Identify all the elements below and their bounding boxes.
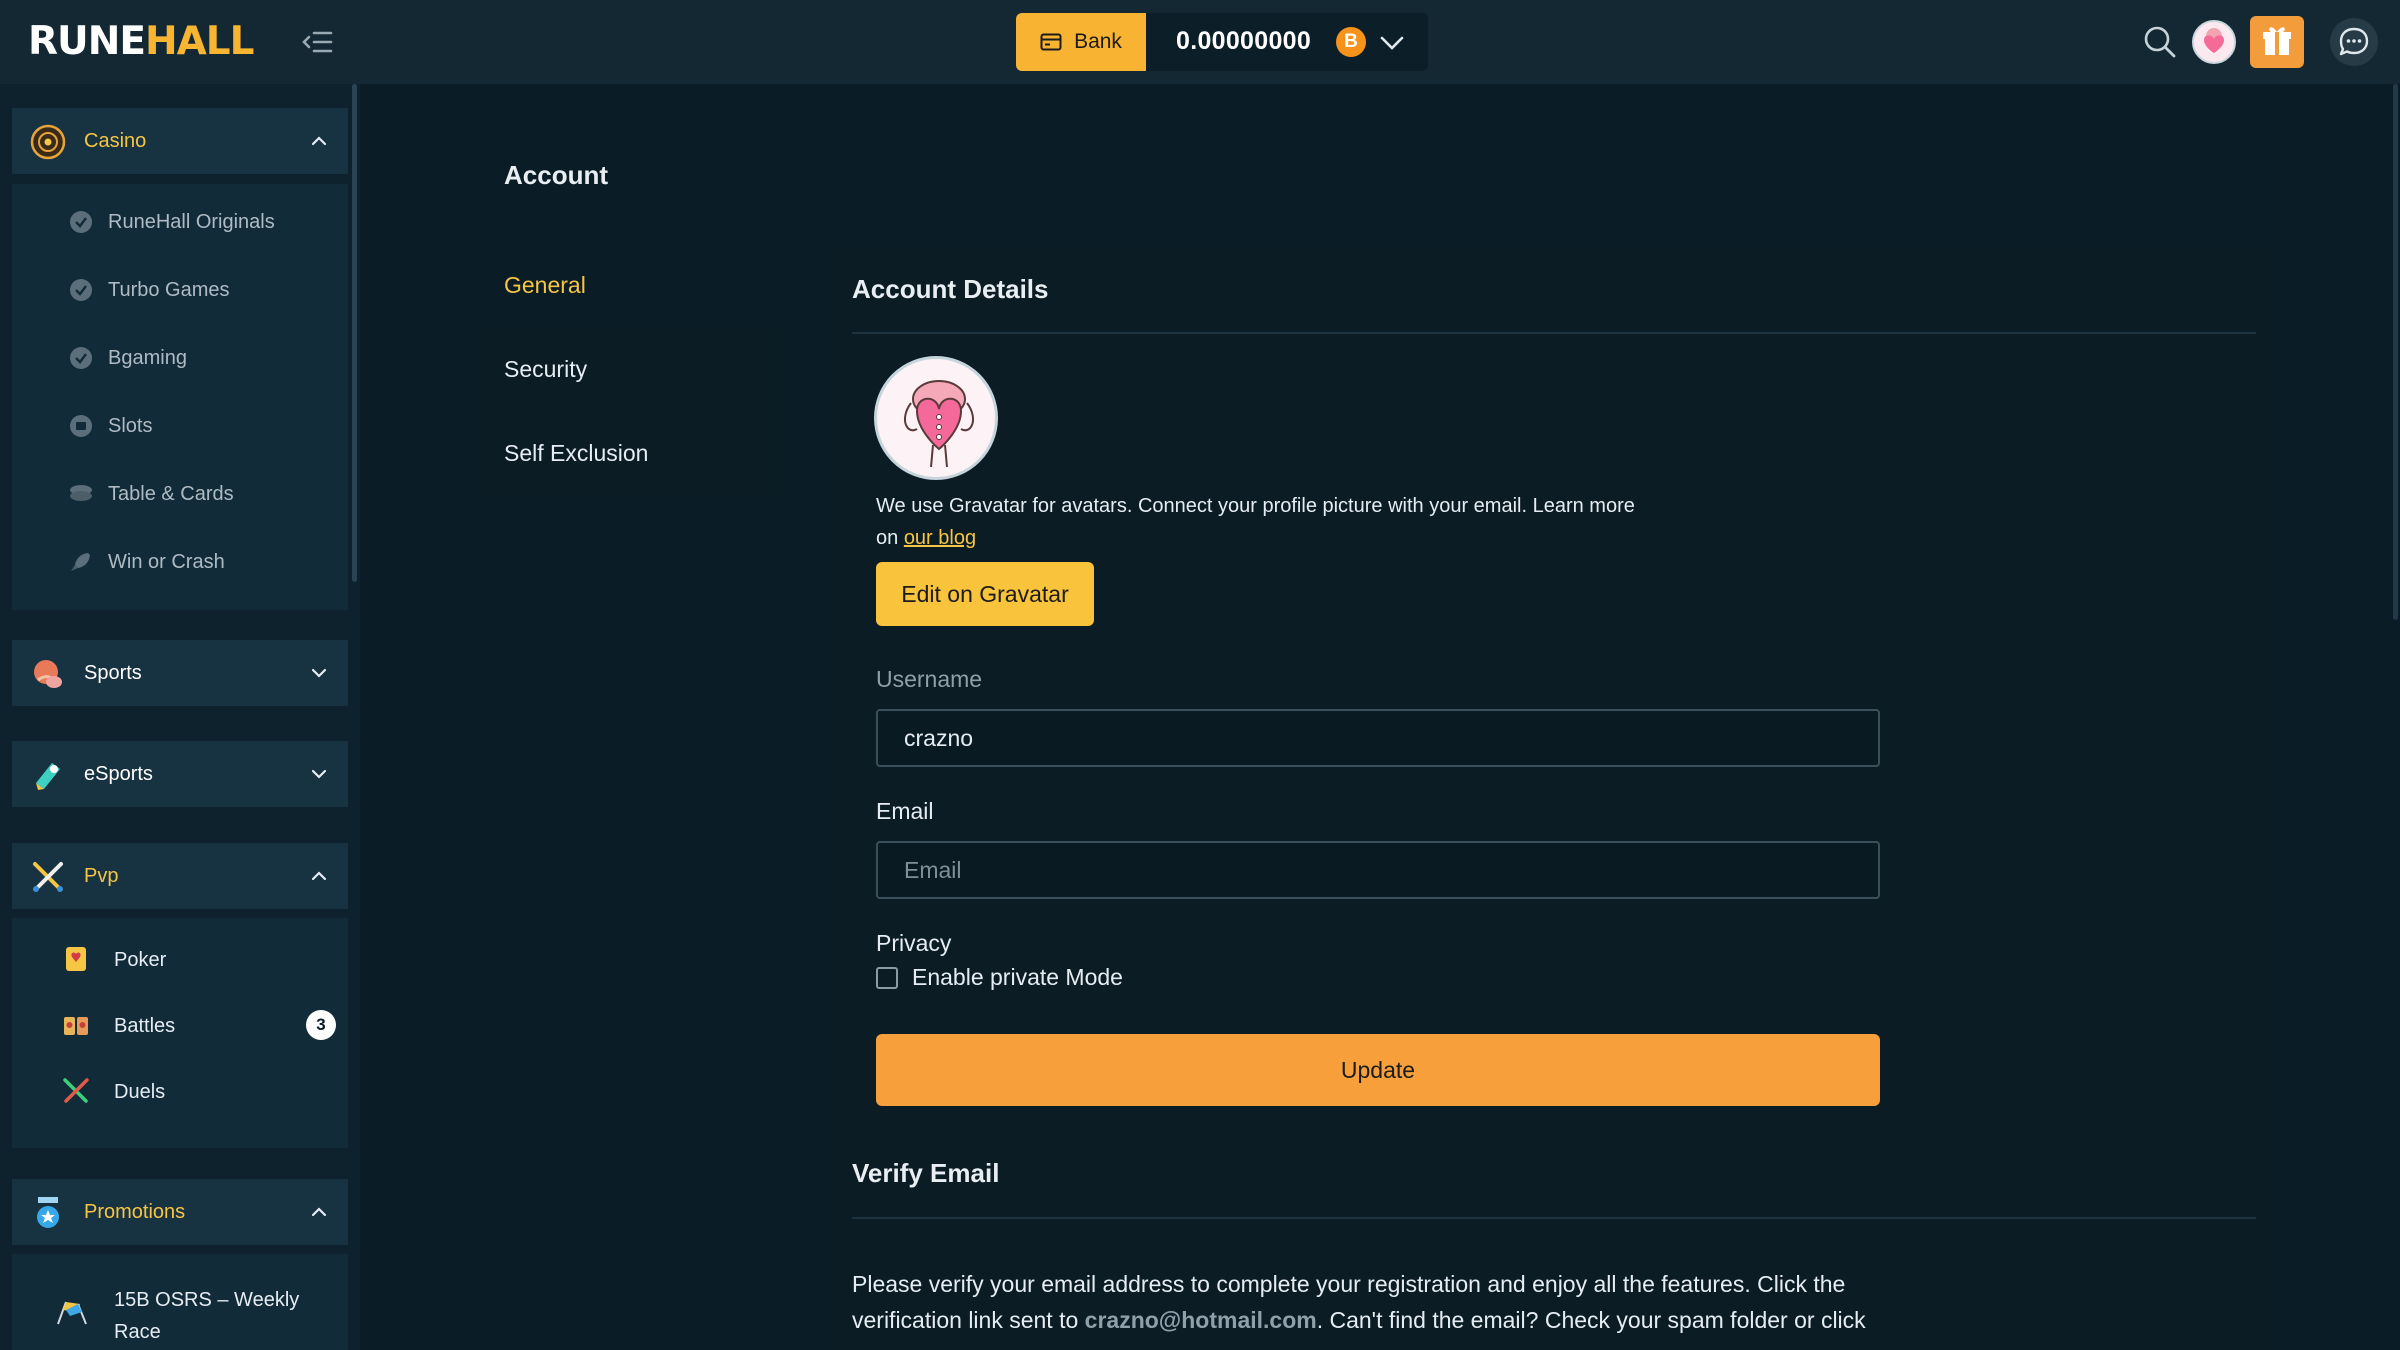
avatar-heart-icon xyxy=(2204,28,2224,53)
gift-icon xyxy=(2263,27,2291,55)
email-label: Email xyxy=(876,798,934,824)
collapse-sidebar-icon[interactable] xyxy=(300,26,334,58)
check-badge-icon xyxy=(70,211,92,233)
sidebar-section-esports[interactable]: eSports xyxy=(12,741,348,807)
verify-email-text: Please verify your email address to comp… xyxy=(852,1271,1866,1333)
chevron-up-icon[interactable] xyxy=(308,130,330,152)
wallet-group: Bank 0.00000000 B xyxy=(1016,13,1428,71)
tab-security[interactable]: Security xyxy=(504,356,587,383)
user-avatar[interactable] xyxy=(2192,20,2236,64)
sidebar-item-runehall-originals[interactable]: RuneHall Originals xyxy=(12,196,348,246)
account-details-heading: Account Details xyxy=(852,274,1049,304)
settings-tabs-panel xyxy=(478,326,780,496)
sports-ball-icon xyxy=(34,660,62,688)
page-scrollbar[interactable] xyxy=(2393,84,2398,620)
casino-submenu: RuneHall Originals Turbo Games Bgaming S… xyxy=(12,184,348,610)
chat-button[interactable] xyxy=(2330,18,2378,66)
email-field[interactable] xyxy=(876,841,1880,899)
section-divider xyxy=(852,332,2256,334)
rocket-icon xyxy=(71,553,90,571)
chevron-down-icon[interactable] xyxy=(308,763,330,785)
sidebar-item-poker[interactable]: Poker xyxy=(12,934,348,984)
private-mode-label[interactable]: Enable private Mode xyxy=(912,964,1123,991)
chevron-up-icon[interactable] xyxy=(308,1201,330,1223)
bitcoin-icon: B xyxy=(1336,27,1366,57)
verify-email-heading: Verify Email xyxy=(852,1158,1000,1188)
pvp-submenu: Poker Battles 3 Duels xyxy=(12,918,348,1148)
top-bar: RUNEHALL Bank 0.00000000 B xyxy=(0,0,2400,84)
section-divider xyxy=(852,1217,2256,1219)
battles-count-badge: 3 xyxy=(306,1010,336,1040)
roulette-icon xyxy=(30,124,66,160)
sidebar-item-duels[interactable]: Duels xyxy=(12,1066,348,1116)
our-blog-link[interactable]: our blog xyxy=(904,527,976,549)
update-button[interactable]: Update xyxy=(876,1034,1880,1106)
privacy-label: Privacy xyxy=(876,930,952,956)
page-title: Account xyxy=(504,160,608,190)
sidebar-item-table-cards[interactable]: Table & Cards xyxy=(12,468,348,518)
sidebar-section-promotions[interactable]: Promotions xyxy=(12,1179,348,1245)
wallet-icon xyxy=(1040,33,1062,51)
sidebar-item-battles[interactable]: Battles 3 xyxy=(12,1000,348,1050)
sidebar-item-win-or-crash[interactable]: Win or Crash xyxy=(12,536,348,586)
battles-icon xyxy=(64,1017,88,1035)
balance-display[interactable]: 0.00000000 B xyxy=(1146,13,1428,71)
account-content-card xyxy=(828,246,2278,1350)
poker-cards-icon xyxy=(66,947,86,971)
sidebar-item-turbo-games[interactable]: Turbo Games xyxy=(12,264,348,314)
chevron-down-icon[interactable] xyxy=(1378,29,1406,57)
check-badge-icon xyxy=(70,279,92,301)
sidebar-section-pvp[interactable]: Pvp xyxy=(12,843,348,909)
bank-label: Bank xyxy=(1074,30,1122,53)
username-field[interactable] xyxy=(876,709,1880,767)
weekly-race-label: 15B OSRS – Weekly Race xyxy=(114,1289,300,1343)
rewards-button[interactable] xyxy=(2250,16,2304,68)
promotions-submenu: 15B OSRS – Weekly Race xyxy=(12,1254,348,1350)
chevron-down-icon[interactable] xyxy=(308,662,330,684)
edit-on-gravatar-button[interactable]: Edit on Gravatar xyxy=(876,562,1094,626)
sidebar-section-casino[interactable]: Casino xyxy=(12,108,348,174)
sidebar-item-slots[interactable]: Slots xyxy=(12,400,348,450)
private-mode-checkbox[interactable] xyxy=(876,967,898,989)
sidebar-item-weekly-race[interactable]: 15B OSRS – Weekly Race xyxy=(12,1284,348,1350)
sidebar-section-label: Casino xyxy=(84,130,147,152)
chips-icon xyxy=(70,485,92,501)
duel-swords-icon xyxy=(63,1078,89,1103)
profile-avatar xyxy=(874,356,998,480)
sidebar-section-sports[interactable]: Sports xyxy=(12,640,348,706)
balance-value: 0.00000000 xyxy=(1176,27,1312,55)
chat-bubble-icon xyxy=(2339,27,2369,56)
medal-icon xyxy=(37,1197,59,1228)
search-icon[interactable] xyxy=(2138,20,2182,64)
check-badge-icon xyxy=(70,347,92,369)
tab-self-exclusion[interactable]: Self Exclusion xyxy=(504,440,648,467)
race-flags-icon xyxy=(57,1301,87,1325)
sidebar-scrollbar[interactable] xyxy=(352,84,357,582)
runehall-logo[interactable]: RUNEHALL xyxy=(28,18,255,66)
gravatar-info-text: We use Gravatar for avatars. Connect you… xyxy=(876,495,1635,549)
tab-general[interactable]: General xyxy=(504,272,586,299)
esports-icon xyxy=(36,763,60,790)
username-label: Username xyxy=(876,666,983,692)
chevron-up-icon[interactable] xyxy=(308,865,330,887)
slots-icon xyxy=(70,415,92,437)
verify-email-address: crazno@hotmail.com xyxy=(1084,1307,1317,1333)
bank-button[interactable]: Bank xyxy=(1016,13,1146,71)
sidebar-item-bgaming[interactable]: Bgaming xyxy=(12,332,348,382)
crossed-swords-icon xyxy=(33,862,63,892)
